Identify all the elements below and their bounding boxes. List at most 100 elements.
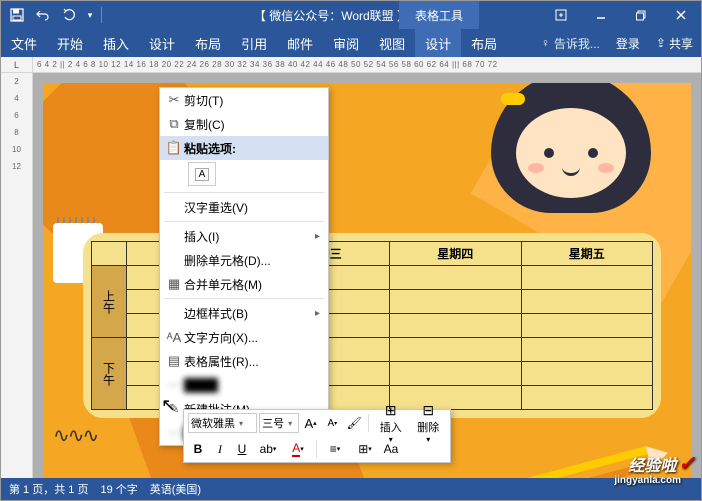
table-header[interactable]	[92, 242, 127, 266]
menu-paste-options[interactable]: 📋粘贴选项:	[160, 136, 328, 160]
menu-insert[interactable]: 插入(I)▸	[160, 224, 328, 248]
delete-button[interactable]: ⊟删除▾	[410, 402, 446, 444]
sign-in-button[interactable]: 登录	[608, 35, 648, 52]
redo-button[interactable]	[57, 3, 81, 27]
table-cell[interactable]	[390, 290, 522, 314]
font-name-combo[interactable]: 微软雅黑▾	[188, 413, 257, 433]
comment-icon: ✎	[164, 401, 184, 417]
tab-design[interactable]: 设计	[139, 29, 185, 57]
language-indicator[interactable]: 英语(美国)	[150, 481, 201, 497]
tab-home[interactable]: 开始	[47, 29, 93, 57]
quick-access-toolbar: ▾	[1, 3, 108, 27]
close-button[interactable]	[661, 1, 701, 29]
underline-button[interactable]: U	[232, 439, 252, 459]
cut-icon: ✂	[164, 92, 184, 108]
tab-selector[interactable]: L	[1, 57, 33, 72]
table-cell[interactable]	[521, 290, 653, 314]
paste-icon: 📋	[164, 140, 184, 156]
menu-copy[interactable]: ⧉复制(C)	[160, 112, 328, 136]
styles-button[interactable]: Aa	[381, 439, 401, 459]
girl-illustration	[481, 83, 661, 233]
context-menu: ✂剪切(T) ⧉复制(C) 📋粘贴选项: A 汉字重选(V) 插入(I)▸ 删除…	[159, 87, 329, 446]
table-header[interactable]: 星期四	[390, 242, 522, 266]
styles-icon: Aa	[384, 442, 399, 456]
table-cell[interactable]	[390, 338, 522, 362]
qat-customize-button[interactable]: ▾	[83, 3, 97, 27]
menu-ime-reconvert[interactable]: 汉字重选(V)	[160, 195, 328, 219]
italic-button[interactable]: I	[210, 439, 230, 459]
table-properties-icon: ▤	[164, 353, 184, 369]
tab-review[interactable]: 审阅	[323, 29, 369, 57]
table-tools-tab-label: 表格工具	[399, 1, 479, 29]
table-cell[interactable]	[521, 386, 653, 410]
menu-text-direction[interactable]: ᴬA文字方向(X)...	[160, 325, 328, 349]
share-icon: ⇪	[656, 36, 666, 50]
ribbon-tabs: 文件 开始 插入 设计 布局 引用 邮件 审阅 视图 设计 布局 ♀告诉我...…	[1, 29, 701, 57]
ruler-scale: 6 4 2 || 2 4 6 8 10 12 14 16 18 20 22 24…	[33, 60, 701, 69]
table-rowhead-am[interactable]: 上午	[92, 266, 127, 338]
align-icon: ≡	[330, 442, 337, 456]
brush-icon: 🖌	[346, 416, 361, 430]
submenu-arrow-icon: ▸	[315, 308, 320, 319]
tab-table-layout[interactable]: 布局	[461, 29, 507, 57]
shrink-font-button[interactable]: A▾	[322, 413, 342, 433]
copy-icon: ⧉	[164, 116, 184, 132]
tell-me-input[interactable]: ♀告诉我...	[533, 35, 608, 52]
menu-hidden-1[interactable]: ⋯████	[160, 373, 328, 397]
borders-icon: ⊞	[358, 442, 368, 456]
table-cell[interactable]	[521, 338, 653, 362]
bold-button[interactable]: B	[188, 439, 208, 459]
table-cell[interactable]	[521, 266, 653, 290]
table-rowhead-pm[interactable]: 下午	[92, 338, 127, 410]
insert-icon: ⊞	[385, 402, 397, 419]
menu-delete-cells[interactable]: 删除单元格(D)...	[160, 248, 328, 272]
paste-keep-text-button[interactable]: A	[188, 162, 216, 186]
table-cell[interactable]	[521, 314, 653, 338]
format-painter-button[interactable]: 🖌	[344, 413, 364, 433]
tab-references[interactable]: 引用	[231, 29, 277, 57]
watermark: 经验啦 ✓ jingyanla.com	[628, 451, 695, 476]
insert-button[interactable]: ⊞插入▾	[373, 402, 409, 444]
mini-toolbar: 微软雅黑▾ 三号▾ A▴ A▾ 🖌 ⊞插入▾ ⊟删除▾ B I U ab▾ A▾…	[183, 409, 451, 463]
menu-cut[interactable]: ✂剪切(T)	[160, 88, 328, 112]
tab-table-design[interactable]: 设计	[415, 29, 461, 57]
undo-button[interactable]	[31, 3, 55, 27]
paste-options-row: A	[160, 160, 328, 190]
page-indicator[interactable]: 第 1 页，共 1 页	[9, 481, 88, 497]
tab-insert[interactable]: 插入	[93, 29, 139, 57]
ribbon-display-button[interactable]	[541, 1, 581, 29]
font-color-button[interactable]: A▾	[284, 439, 312, 459]
submenu-arrow-icon: ▸	[315, 231, 320, 242]
highlight-icon: ab	[260, 442, 273, 456]
menu-border-styles[interactable]: 边框样式(B)▸	[160, 301, 328, 325]
borders-button[interactable]: ⊞▾	[351, 439, 379, 459]
align-button[interactable]: ≡▾	[321, 439, 349, 459]
table-cell[interactable]	[390, 266, 522, 290]
delete-icon: ⊟	[422, 402, 434, 419]
highlight-button[interactable]: ab▾	[254, 439, 282, 459]
minimize-button[interactable]	[581, 1, 621, 29]
menu-table-properties[interactable]: ▤表格属性(R)...	[160, 349, 328, 373]
table-header[interactable]: 星期五	[521, 242, 653, 266]
grow-font-button[interactable]: A▴	[301, 413, 321, 433]
check-icon: ✓	[678, 451, 695, 476]
restore-button[interactable]	[621, 1, 661, 29]
tab-layout[interactable]: 布局	[185, 29, 231, 57]
tab-view[interactable]: 视图	[369, 29, 415, 57]
lightbulb-icon: ♀	[541, 36, 550, 50]
horizontal-ruler[interactable]: L 6 4 2 || 2 4 6 8 10 12 14 16 18 20 22 …	[1, 57, 701, 73]
status-bar: 第 1 页，共 1 页 19 个字 英语(美国)	[1, 478, 701, 500]
share-button[interactable]: ⇪共享	[648, 35, 701, 52]
font-size-combo[interactable]: 三号▾	[259, 413, 299, 433]
tab-mailings[interactable]: 邮件	[277, 29, 323, 57]
tab-file[interactable]: 文件	[1, 29, 47, 57]
table-cell[interactable]	[521, 362, 653, 386]
vertical-ruler[interactable]: 2 4 6 8 10 12	[1, 73, 33, 478]
table-cell[interactable]	[390, 362, 522, 386]
table-cell[interactable]	[390, 314, 522, 338]
save-button[interactable]	[5, 3, 29, 27]
spring-illustration: ∿∿∿	[53, 423, 97, 448]
table-cell[interactable]	[390, 386, 522, 410]
word-count[interactable]: 19 个字	[100, 481, 137, 497]
menu-merge-cells[interactable]: ▦合并单元格(M)	[160, 272, 328, 296]
